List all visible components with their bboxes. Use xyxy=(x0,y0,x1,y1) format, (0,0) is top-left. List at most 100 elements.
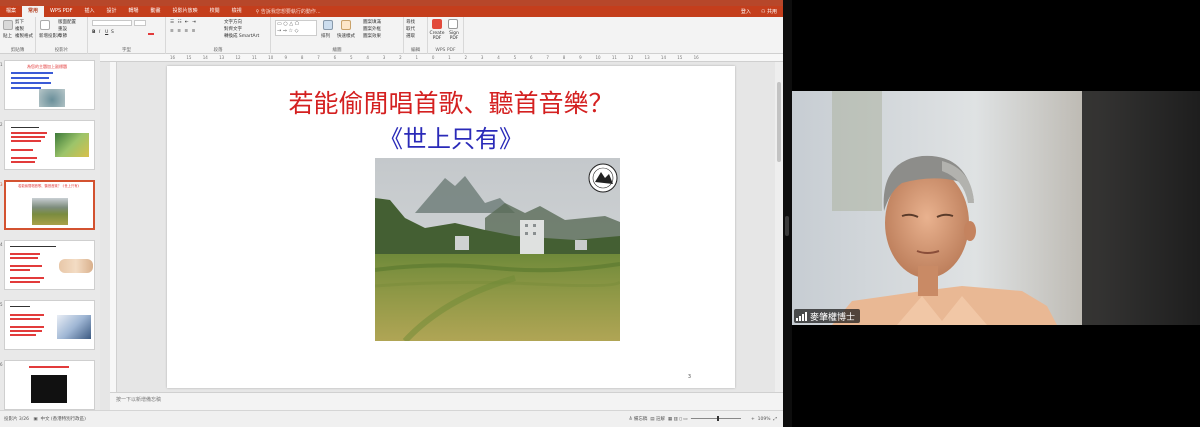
italic-button[interactable]: I xyxy=(99,30,100,35)
paste-icon[interactable] xyxy=(3,20,13,30)
slide-landscape-photo[interactable] xyxy=(375,158,620,341)
cut-button[interactable]: 剪下 xyxy=(15,19,24,25)
slide-thumbnail-4[interactable] xyxy=(4,240,95,290)
format-painter-button[interactable]: 複製格式 xyxy=(15,33,33,39)
text-direction-button[interactable]: 文字方向 xyxy=(224,19,242,25)
tab-file[interactable]: 檔案 xyxy=(0,6,22,17)
tab-home[interactable]: 常用 xyxy=(22,6,45,17)
font-name-dropdown[interactable] xyxy=(92,20,132,26)
shadow-button[interactable]: S xyxy=(111,30,114,35)
thumbnail-text-line xyxy=(11,149,33,151)
create-pdf-icon[interactable] xyxy=(432,19,442,29)
layout-button[interactable]: 版面配置 xyxy=(58,19,76,25)
slide-thumbnail-1[interactable]: 為您的主題加上副標題 xyxy=(4,60,95,110)
tab-transitions[interactable]: 轉場 xyxy=(123,6,145,17)
proofing-icon[interactable]: ▣ xyxy=(33,417,37,422)
sign-in-link[interactable]: 登入 xyxy=(737,8,755,15)
tab-view[interactable]: 檢視 xyxy=(226,6,248,17)
notes-toggle-button[interactable]: ≜ 備忘稿 xyxy=(629,417,648,422)
share-button[interactable]: ⚇ 共用 xyxy=(755,8,783,15)
new-slide-icon[interactable] xyxy=(40,20,50,30)
vertical-scrollbar[interactable] xyxy=(775,62,783,392)
tab-review[interactable]: 校閱 xyxy=(204,6,226,17)
notes-pane[interactable]: 按一下以新增備忘稿 xyxy=(110,392,783,410)
convert-smartart-button[interactable]: 轉換成 SmartArt xyxy=(224,33,259,39)
paste-button[interactable]: 貼上 xyxy=(3,33,12,39)
thumbnail-text-line xyxy=(11,72,53,74)
ribbon-tab-bar: 檔案 常用 WPS PDF 插入 設計 轉場 動畫 投影片放映 校閱 檢視 ⚲ … xyxy=(0,6,783,17)
zoom-slider[interactable] xyxy=(691,416,741,421)
list-buttons[interactable]: ☰ ☷ ⇤ ⇥ xyxy=(170,20,197,25)
ruler-tick-label: 7 xyxy=(317,55,320,60)
bold-button[interactable]: B xyxy=(92,30,95,35)
zoom-level[interactable]: 109% xyxy=(758,417,771,422)
ruler-tick-label: 11 xyxy=(611,55,617,60)
participant-video-feed xyxy=(792,91,1200,325)
reading-view-icon[interactable]: ▯ xyxy=(679,417,681,422)
thumbnail-text-line xyxy=(10,326,44,328)
zoom-in-icon[interactable]: + xyxy=(751,417,755,422)
slide-thumbnail-5[interactable] xyxy=(4,300,95,350)
ruler-tick-label: 6 xyxy=(530,55,533,60)
align-text-button[interactable]: 對齊文字 xyxy=(224,26,242,32)
create-pdf-button[interactable]: Create PDF xyxy=(429,31,445,41)
reset-button[interactable]: 重設 xyxy=(58,26,67,32)
divider-handle[interactable] xyxy=(785,216,789,236)
normal-view-icon[interactable]: ▦ xyxy=(668,417,672,422)
slide-subtitle[interactable]: 《世上只有》 xyxy=(167,119,735,154)
tab-design[interactable]: 設計 xyxy=(101,6,123,17)
notes-toggle-label: 備忘稿 xyxy=(633,417,648,422)
sorter-view-icon[interactable]: ▥ xyxy=(674,417,678,422)
copy-button[interactable]: 複製 xyxy=(15,26,24,32)
thumbnail-text-line xyxy=(11,132,47,134)
font-color-icon[interactable] xyxy=(148,30,154,35)
panel-divider[interactable] xyxy=(783,0,792,427)
font-size-dropdown[interactable] xyxy=(134,20,146,26)
underline-button[interactable]: U xyxy=(105,30,108,35)
tab-animations[interactable]: 動畫 xyxy=(145,6,167,17)
thumbnail-text-line xyxy=(10,257,38,259)
slideshow-view-icon[interactable]: ▭ xyxy=(683,417,687,422)
ruler-tick-label: 16 xyxy=(170,55,176,60)
align-buttons[interactable]: ≡ ≡ ≡ ≡ xyxy=(170,29,196,34)
replace-button[interactable]: 取代 xyxy=(406,26,415,32)
tab-slideshow[interactable]: 投影片放映 xyxy=(167,6,204,17)
scrollbar-thumb[interactable] xyxy=(777,82,781,162)
tab-insert[interactable]: 插入 xyxy=(79,6,101,17)
sign-pdf-icon[interactable] xyxy=(448,19,458,29)
arrange-icon[interactable] xyxy=(323,20,333,30)
shape-fill-button[interactable]: 圖案填滿 xyxy=(363,19,381,25)
wps-pdf-group: Create PDF Sign PDF WPS PDF xyxy=(428,17,464,54)
zoom-slider-knob[interactable] xyxy=(717,416,719,421)
share-label: 共用 xyxy=(766,9,777,15)
landscape-picture xyxy=(375,158,620,341)
slide-thumbnail-3[interactable]: 若能偷閒唱首歌、聽首音樂？《世上只有》 xyxy=(4,180,95,230)
ruler-tick-label: 2 xyxy=(464,55,468,60)
thumbnail-text-line xyxy=(11,140,41,142)
slide-page-number: 3 xyxy=(687,374,691,380)
shape-effects-button[interactable]: 圖案效果 xyxy=(363,33,381,39)
slide-thumbnail-2[interactable] xyxy=(4,120,95,170)
participant-video-tile[interactable]: 麥肇權博士 xyxy=(792,91,1200,325)
ruler-tick-label: 1 xyxy=(448,55,451,60)
slide-title[interactable]: 若能偷閒唱首歌、聽首音樂？ xyxy=(167,84,735,120)
find-button[interactable]: 尋找 xyxy=(406,19,415,25)
shape-outline-button[interactable]: 圖案外框 xyxy=(363,26,381,32)
fit-to-window-icon[interactable]: ⤢ xyxy=(773,417,777,422)
quick-styles-button[interactable]: 快速樣式 xyxy=(337,33,355,39)
sign-pdf-button[interactable]: Sign PDF xyxy=(447,31,461,41)
quick-styles-icon[interactable] xyxy=(341,20,351,30)
tell-me-search[interactable]: ⚲ 告訴我您想要執行的動作... xyxy=(256,8,321,15)
slide-thumbnail-6[interactable] xyxy=(4,360,95,410)
current-slide[interactable]: 若能偷閒唱首歌、聽首音樂？ 《世上只有》 3 xyxy=(167,66,735,388)
select-button[interactable]: 選取 xyxy=(406,33,415,39)
section-button[interactable]: 章節 xyxy=(58,33,67,39)
comments-toggle-button[interactable]: ▤ 註解 xyxy=(650,417,665,422)
thumbnail-text-line xyxy=(11,87,41,89)
tab-wps-pdf[interactable]: WPS PDF xyxy=(44,6,78,17)
editing-group-label: 編輯 xyxy=(411,48,420,53)
arrange-button[interactable]: 排列 xyxy=(321,33,330,39)
shapes-gallery[interactable]: ▭ ○ △ ⬠ → ⇒ ☆ ◇ xyxy=(275,20,317,36)
language-indicator[interactable]: 中文 (香港特別行政區) xyxy=(40,417,85,422)
ruler-tick-label: 9 xyxy=(284,55,288,60)
